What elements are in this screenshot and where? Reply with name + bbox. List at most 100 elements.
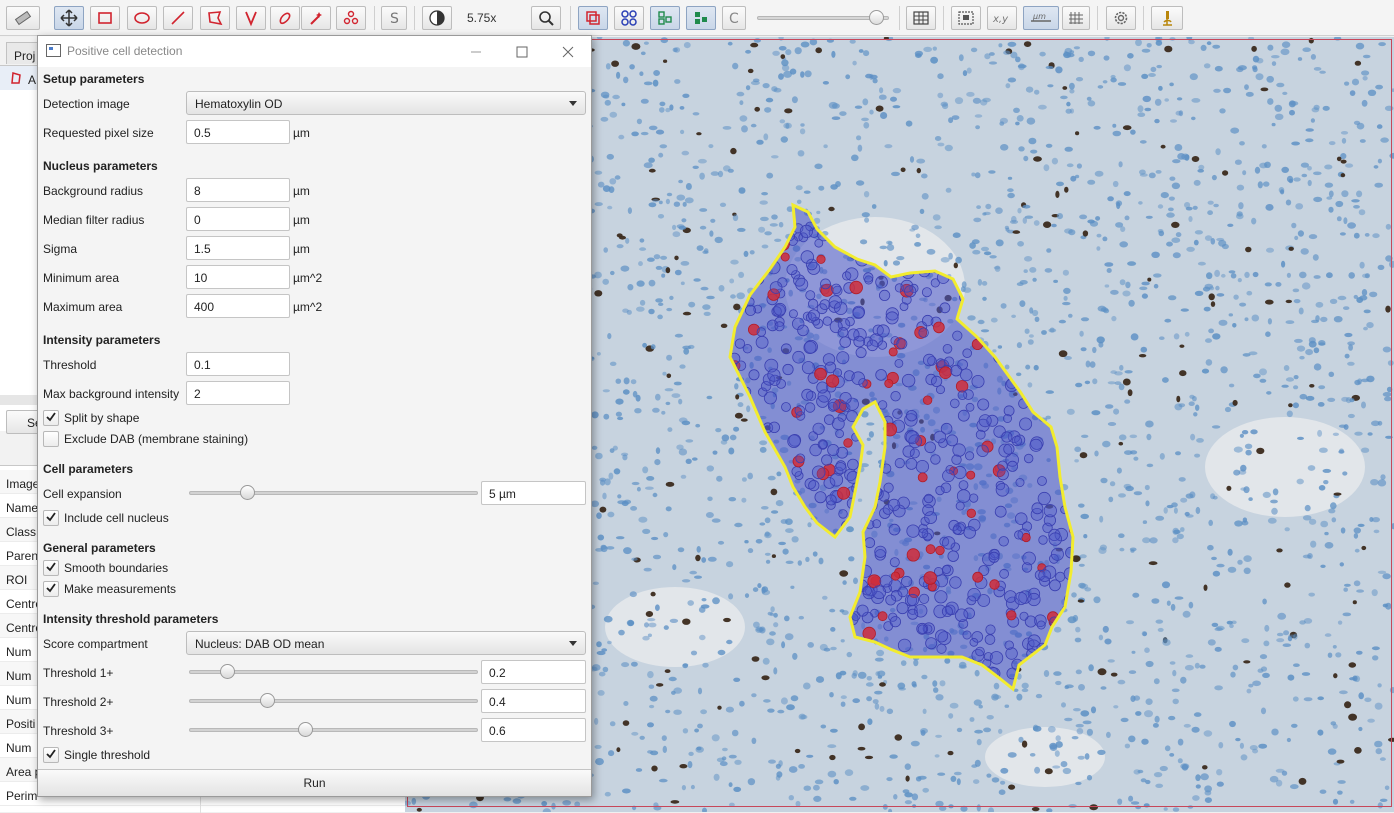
overview-button[interactable] [951,6,981,30]
brightness-contrast-button[interactable] [422,6,452,30]
wand-tool-button[interactable] [301,6,331,30]
polygon-tool-button[interactable] [200,6,230,30]
microscope-icon [1163,11,1172,26]
line-tool-button[interactable] [163,6,193,30]
exclude-dab-checkbox[interactable]: Exclude DAB (membrane staining) [43,430,248,448]
ruler-icon [14,10,32,26]
sigma-field[interactable]: 1.5 [186,236,290,260]
selection-mode-icon: S [390,11,399,27]
show-tma-grid-button[interactable] [614,6,644,30]
brightness-contrast-icon [429,10,445,26]
minimize-button[interactable] [453,36,499,67]
checkbox-box [43,431,59,447]
move-tool-button[interactable] [54,6,84,30]
checkbox-box [43,581,59,597]
maximize-icon [516,46,528,57]
annotation-list-item[interactable]: A [0,66,40,90]
checkbox-box [43,410,59,426]
horizontal-scrollbar[interactable] [0,395,40,405]
checkbox-box [43,560,59,576]
pixel-size-unit: µm [293,126,310,140]
smooth-boundaries-checkbox[interactable]: Smooth boundaries [43,559,168,577]
run-button[interactable]: Run [38,769,591,796]
chevron-down-icon [569,101,577,106]
points-tool-button[interactable] [336,6,366,30]
pixel-coordinates-icon: x,y [992,14,1009,25]
move-icon [60,9,78,27]
tab-project[interactable]: Proj [6,42,40,64]
show-detections-button[interactable] [650,6,680,30]
show-annotations-icon [586,11,600,25]
minimum-area-field[interactable]: 10 [186,265,290,289]
fill-detections-button[interactable] [686,6,716,30]
cell-mode-button[interactable]: C [722,6,746,30]
slider-track [189,491,478,495]
rectangle-tool-button[interactable] [90,6,120,30]
chevron-down-icon [569,641,577,646]
slider-thumb[interactable] [220,664,235,679]
section-nucleus-parameters: Nucleus parameters [43,159,158,173]
median-filter-field[interactable]: 0 [186,207,290,231]
ruler-tool-button[interactable] [6,6,40,30]
pixel-coordinates-button[interactable]: x,y [987,6,1017,30]
max-background-field[interactable]: 2 [186,381,290,405]
threshold-3-field[interactable]: 0.6 [481,718,586,742]
include-cell-nucleus-checkbox[interactable]: Include cell nucleus [43,509,169,527]
include-cell-nucleus-label: Include cell nucleus [64,511,169,525]
maximize-button[interactable] [499,36,545,67]
threshold-field[interactable]: 0.1 [186,352,290,376]
select-button[interactable]: Se [6,410,42,434]
make-measurements-label: Make measurements [64,582,177,596]
score-compartment-dropdown[interactable]: Nucleus: DAB OD mean [186,631,586,655]
slider-thumb[interactable] [240,485,255,500]
grid-icon [913,11,929,25]
minimize-icon [471,51,481,52]
cell-expansion-field[interactable]: 5 µm [481,481,586,505]
slider-thumb[interactable] [298,722,313,737]
counting-grid-button[interactable] [1062,6,1090,30]
background-radius-field[interactable]: 8 [186,178,290,202]
section-cell-parameters: Cell parameters [43,462,134,476]
close-button[interactable] [545,36,591,67]
scalebar-icon: μm [1031,12,1051,22]
threshold-label: Threshold [43,358,97,372]
ellipse-tool-button[interactable] [127,6,157,30]
pixel-size-field[interactable]: 0.5 [186,120,290,144]
make-measurements-checkbox[interactable]: Make measurements [43,580,176,598]
slider-thumb[interactable] [869,10,884,25]
checkmark-icon [45,411,57,426]
section-intensity-threshold-parameters: Intensity threshold parameters [43,612,219,626]
microscope-button[interactable] [1151,6,1183,30]
maximum-area-field[interactable]: 400 [186,294,290,318]
slider-track [189,728,478,732]
threshold-2-field[interactable]: 0.4 [481,689,586,713]
positive-cell-detection-dialog: Positive cell detection Setup parameters… [37,35,592,797]
grid-button[interactable] [906,6,936,30]
single-threshold-checkbox[interactable]: Single threshold [43,746,150,764]
zoom-fit-button[interactable] [531,6,561,30]
threshold-2-slider[interactable] [189,693,478,708]
dialog-body: Setup parameters Detection image Hematox… [38,67,591,767]
scalebar-button[interactable]: μm [1023,6,1059,30]
split-by-shape-checkbox[interactable]: Split by shape [43,409,139,427]
polyline-tool-button[interactable] [236,6,266,30]
selection-mode-button[interactable]: S [381,6,407,30]
annotation-icon [11,72,21,84]
show-annotations-button[interactable] [578,6,608,30]
dialog-titlebar[interactable]: Positive cell detection [38,36,591,67]
detection-opacity-slider[interactable] [757,10,889,25]
slider-thumb[interactable] [260,693,275,708]
cell-expansion-slider[interactable] [189,485,478,500]
threshold-2-label: Threshold 2+ [43,695,114,709]
brush-tool-button[interactable] [270,6,300,30]
checkmark-icon [45,511,57,526]
threshold-1-field[interactable]: 0.2 [481,660,586,684]
wand-icon [310,12,322,25]
overview-icon [958,11,974,25]
annotation-list[interactable]: A [0,65,40,431]
settings-button[interactable] [1106,6,1136,30]
detection-image-dropdown[interactable]: Hematoxylin OD [186,91,586,115]
threshold-3-slider[interactable] [189,722,478,737]
threshold-1-slider[interactable] [189,664,478,679]
score-compartment-value: Nucleus: DAB OD mean [195,637,325,651]
